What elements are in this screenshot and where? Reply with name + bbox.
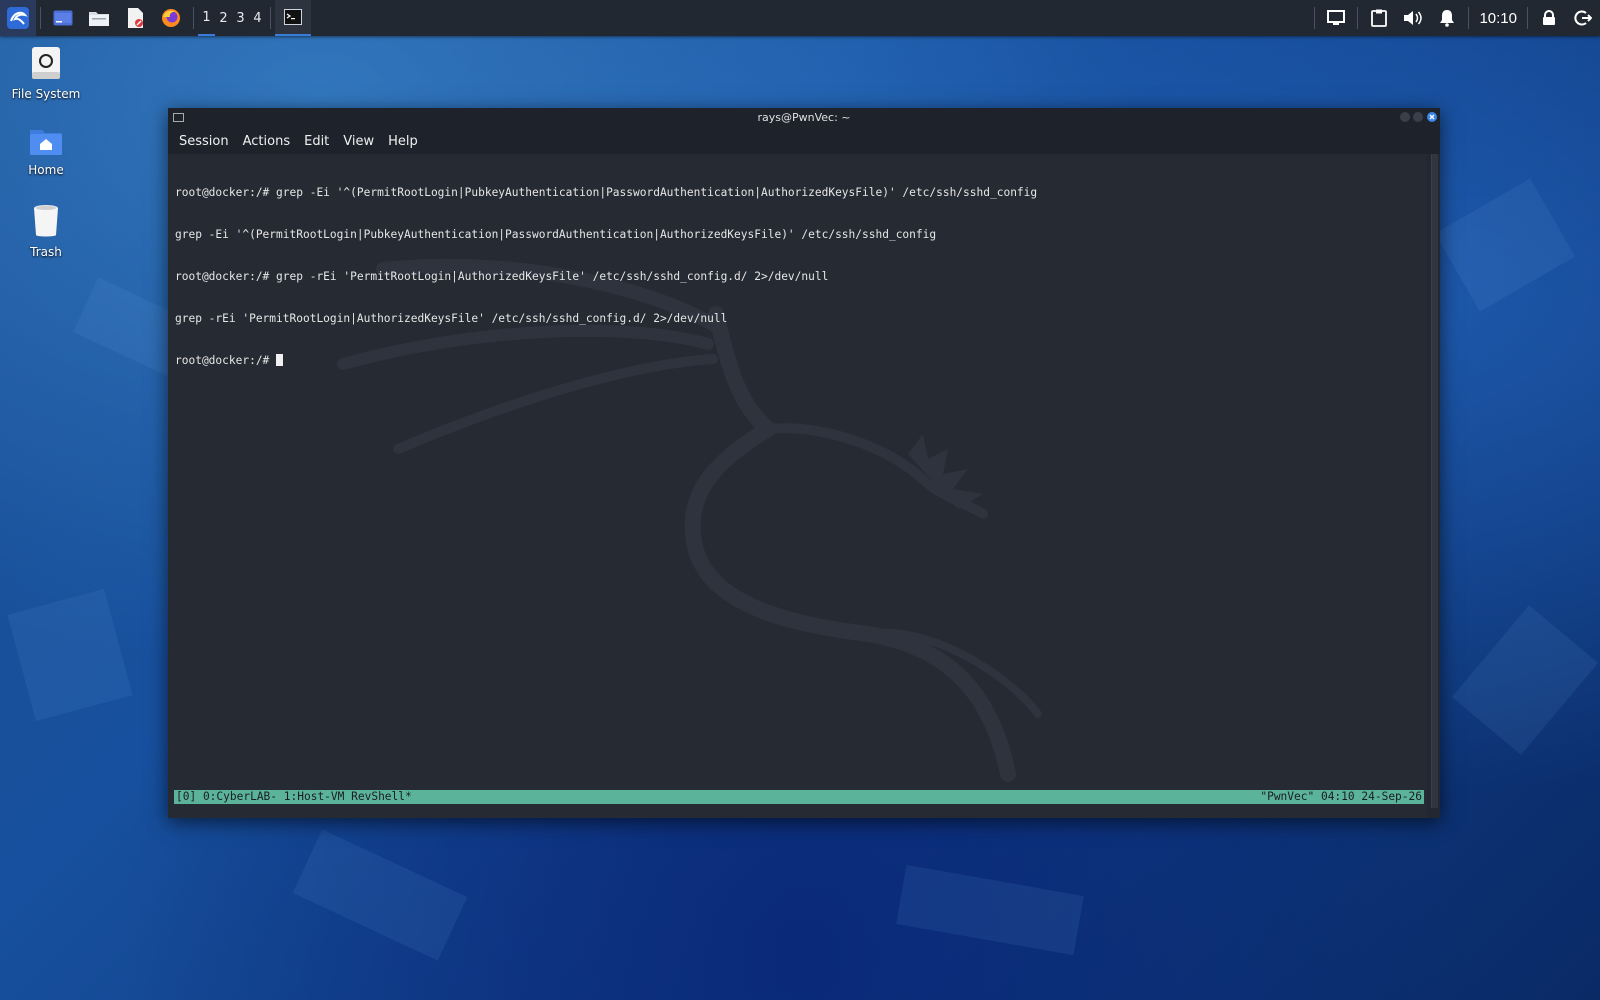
firefox-icon [162, 9, 180, 27]
terminal-scrollbar[interactable] [1431, 154, 1438, 808]
shell-prompt: root@docker:/# [175, 354, 277, 367]
firefox-launcher[interactable] [153, 0, 189, 36]
terminal-launcher[interactable] [45, 0, 81, 36]
desktop-icon-trash[interactable]: Trash [1, 204, 91, 259]
desktop-icon-home[interactable]: Home [1, 126, 91, 177]
desktop-icon-label: Trash [30, 245, 62, 259]
clock[interactable]: 10:10 [1473, 10, 1523, 27]
panel-separator [1527, 7, 1528, 29]
file-manager-launcher[interactable] [81, 0, 117, 36]
workspace-3[interactable]: 3 [232, 0, 249, 36]
system-tray: 10:10 [1310, 0, 1600, 36]
menu-edit[interactable]: Edit [297, 134, 336, 149]
tmux-windows-list[interactable]: [0] 0:CyberLAB- 1:Host-VM RevShell* [176, 790, 412, 804]
panel-separator [40, 7, 41, 29]
panel-separator [270, 7, 271, 29]
panel-separator [1314, 7, 1316, 29]
terminal-icon [53, 10, 73, 26]
menu-actions[interactable]: Actions [236, 134, 298, 149]
terminal-line: grep -rEi 'PermitRootLogin|AuthorizedKey… [175, 312, 728, 325]
terminal-prompt-line[interactable]: root@docker:/# [175, 354, 1037, 368]
bell-icon [1440, 10, 1455, 27]
window-title: rays@PwnVec: ~ [757, 111, 851, 124]
lock-icon [1543, 10, 1555, 25]
panel-separator [1468, 7, 1470, 29]
home-folder-icon [30, 130, 62, 155]
desktop-icon-label: File System [11, 87, 81, 101]
top-panel: 1 2 3 4 10:10 [0, 0, 1600, 36]
trash-icon [34, 205, 58, 237]
menu-session[interactable]: Session [172, 134, 236, 149]
monitor-icon [1327, 10, 1346, 25]
maximize-button[interactable] [1413, 112, 1423, 122]
text-editor-icon [128, 8, 143, 28]
workspace-1[interactable]: 1 [198, 0, 215, 36]
terminal-window-icon [284, 9, 302, 25]
display-button[interactable] [1319, 0, 1353, 36]
terminal-window: rays@PwnVec: ~ Session Actions Edit View… [168, 108, 1440, 818]
panel-separator [193, 7, 194, 29]
window-titlebar[interactable]: rays@PwnVec: ~ [168, 108, 1440, 128]
logout-icon [1574, 10, 1592, 26]
clipboard-icon [1371, 9, 1388, 27]
terminal-line: root@docker:/# grep -Ei '^(PermitRootLog… [175, 186, 1038, 199]
close-button[interactable] [1427, 112, 1437, 122]
volume-button[interactable] [1396, 0, 1430, 36]
workspace-2[interactable]: 2 [215, 0, 232, 36]
clipboard-button[interactable] [1362, 0, 1396, 36]
menu-view[interactable]: View [336, 134, 381, 149]
lock-screen-button[interactable] [1532, 0, 1566, 36]
close-icon [1429, 114, 1435, 120]
drive-icon [32, 47, 60, 79]
desktop-icon-file-system[interactable]: File System [1, 46, 91, 101]
kali-menu-button[interactable] [0, 0, 36, 36]
terminal-output[interactable]: root@docker:/# grep -Ei '^(PermitRootLog… [168, 154, 1426, 818]
terminal-line: root@docker:/# grep -rEi 'PermitRootLogi… [175, 270, 829, 283]
tmux-session-info: "PwnVec" 04:10 24-Sep-26 [1260, 790, 1422, 803]
terminal-lines: root@docker:/# grep -Ei '^(PermitRootLog… [175, 158, 1037, 396]
text-editor-launcher[interactable] [117, 0, 153, 36]
minimize-button[interactable] [1400, 112, 1410, 122]
volume-icon [1404, 11, 1423, 25]
menubar: Session Actions Edit View Help [168, 128, 1440, 154]
desktop-icon-label: Home [28, 163, 64, 177]
terminal-line: grep -Ei '^(PermitRootLogin|PubkeyAuthen… [175, 228, 937, 241]
taskbar-terminal-window[interactable] [275, 0, 311, 36]
menu-help[interactable]: Help [381, 134, 425, 149]
notifications-button[interactable] [1430, 0, 1464, 36]
logout-button[interactable] [1566, 0, 1600, 36]
text-cursor [276, 354, 284, 366]
panel-separator [1357, 7, 1359, 29]
tmux-status-bar: [0] 0:CyberLAB- 1:Host-VM RevShell* "Pwn… [174, 790, 1424, 804]
workspace-4[interactable]: 4 [249, 0, 266, 36]
kali-menu-icon [7, 7, 29, 29]
files-icon [89, 12, 109, 26]
